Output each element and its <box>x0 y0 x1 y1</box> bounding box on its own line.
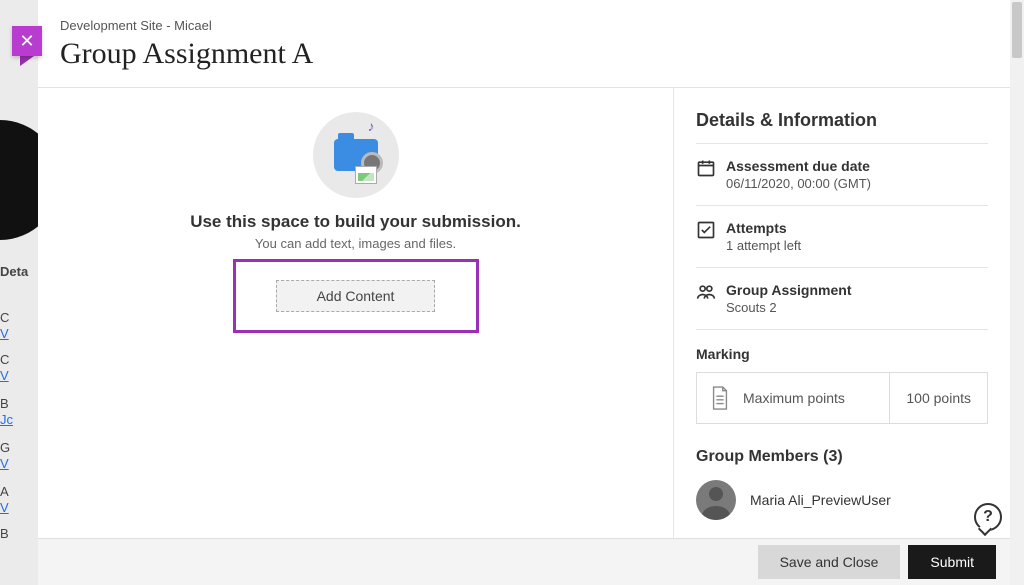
background-text: G <box>0 440 42 455</box>
marking-value: 100 points <box>889 373 987 423</box>
attempts-label: Attempts <box>726 220 801 236</box>
scrollbar-thumb[interactable] <box>1012 2 1022 58</box>
marking-heading: Marking <box>696 346 988 362</box>
group-value: Scouts 2 <box>726 300 852 315</box>
close-icon: ✕ <box>19 31 34 52</box>
panel-header: Development Site - Micael Group Assignme… <box>38 0 1010 88</box>
background-text: A <box>0 484 42 499</box>
background-text: C <box>0 310 42 325</box>
help-icon: ? <box>983 508 993 526</box>
background-text: Jc <box>0 412 42 427</box>
close-button[interactable]: ✕ <box>12 26 42 56</box>
due-date-row: Assessment due date 06/11/2020, 00:00 (G… <box>696 144 988 205</box>
close-button-tail <box>20 56 34 66</box>
save-and-close-button[interactable]: Save and Close <box>758 545 901 579</box>
submission-prompt-sub: You can add text, images and files. <box>48 236 663 251</box>
document-icon <box>709 385 731 411</box>
group-member-row: Maria Ali_PreviewUser <box>696 474 988 526</box>
background-text: V <box>0 326 42 341</box>
submission-prompt-heading: Use this space to build your submission. <box>48 212 663 232</box>
background-text: B <box>0 396 42 411</box>
avatar <box>696 480 736 520</box>
background-text: V <box>0 456 42 471</box>
group-members-heading: Group Members (3) <box>696 448 988 466</box>
panel-footer: Save and Close Submit <box>38 538 1010 585</box>
marking-box: Maximum points 100 points <box>696 372 988 424</box>
submission-area: ♪ Use this space to build your submissio… <box>38 88 674 585</box>
background-text: C <box>0 352 42 367</box>
add-content-button[interactable]: Add Content <box>276 280 436 312</box>
submit-button[interactable]: Submit <box>908 545 996 579</box>
background-text: V <box>0 368 42 383</box>
marking-label: Maximum points <box>743 390 845 406</box>
group-label: Group Assignment <box>726 282 852 298</box>
photo-icon <box>355 166 377 184</box>
background-text: Deta <box>0 264 42 279</box>
assignment-panel: Development Site - Micael Group Assignme… <box>38 0 1010 585</box>
background-text: V <box>0 500 42 515</box>
group-icon <box>696 282 726 315</box>
details-heading: Details & Information <box>696 110 988 131</box>
due-date-label: Assessment due date <box>726 158 871 174</box>
breadcrumb: Development Site - Micael <box>60 18 988 33</box>
divider <box>696 329 988 330</box>
music-note-icon: ♪ <box>368 118 375 134</box>
attempts-value: 1 attempt left <box>726 238 801 253</box>
member-name: Maria Ali_PreviewUser <box>750 492 891 508</box>
help-button[interactable]: ? <box>974 503 1002 531</box>
vertical-scrollbar[interactable] <box>1010 0 1024 585</box>
checkbox-icon <box>696 220 726 253</box>
details-sidebar: Details & Information Assessment due dat… <box>674 88 1010 585</box>
page-title: Group Assignment A <box>60 37 988 71</box>
group-row: Group Assignment Scouts 2 <box>696 268 988 329</box>
submission-illustration: ♪ <box>313 112 399 198</box>
attempts-row: Attempts 1 attempt left <box>696 206 988 267</box>
add-content-highlight: Add Content <box>233 259 479 333</box>
calendar-icon <box>696 158 726 191</box>
due-date-value: 06/11/2020, 00:00 (GMT) <box>726 176 871 191</box>
panel-body: ♪ Use this space to build your submissio… <box>38 88 1010 585</box>
background-text: B <box>0 526 42 541</box>
